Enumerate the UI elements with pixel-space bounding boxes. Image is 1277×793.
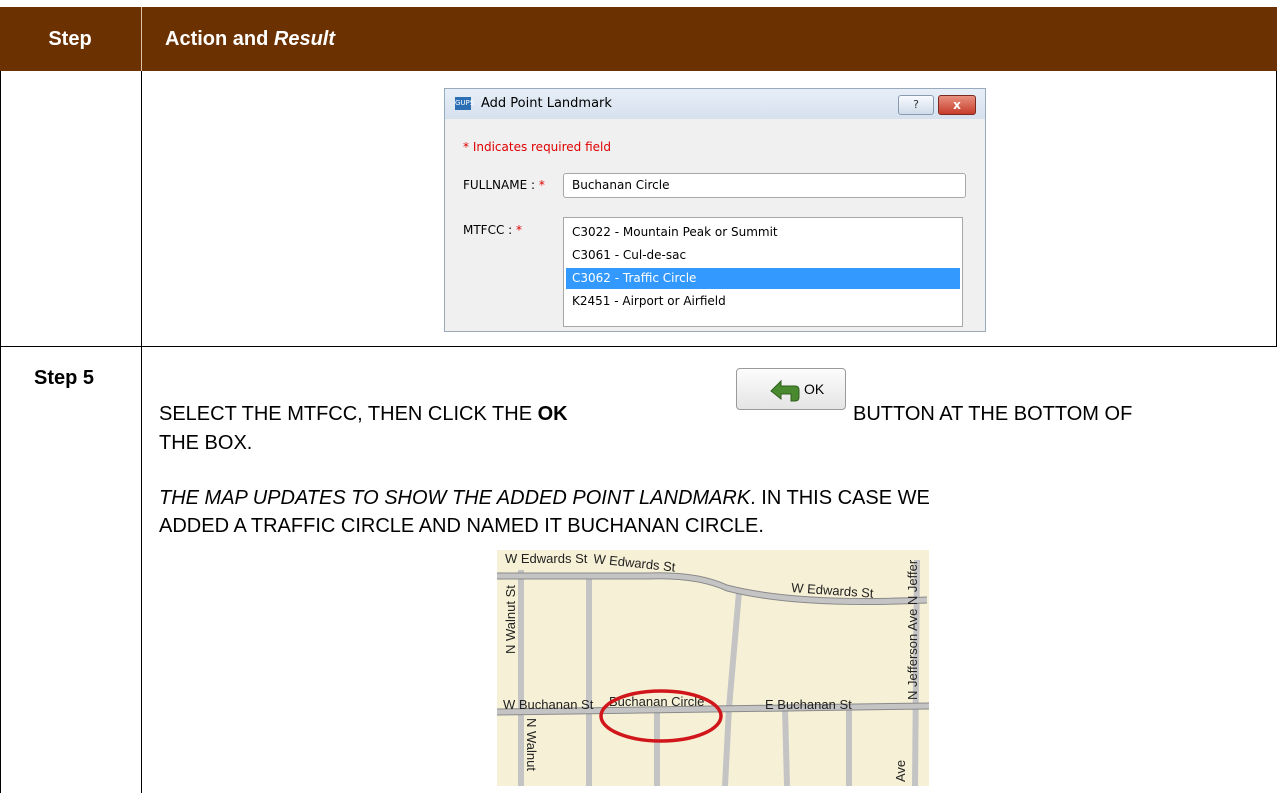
fullname-input[interactable]: Buchanan Circle [563, 173, 966, 198]
label-e-buchanan: E Buchanan St [765, 697, 852, 712]
gups-logo-icon: GUPS [455, 97, 474, 110]
mtfcc-option[interactable]: K2451 - Airport or Airfield [566, 291, 960, 312]
mtfcc-listbox[interactable]: C3022 - Mountain Peak or Summit C3061 - … [563, 217, 963, 327]
road-south-2 [782, 707, 790, 786]
mtfcc-option[interactable]: C3022 - Mountain Peak or Summit [566, 222, 960, 243]
header-result-label: Result [273, 28, 336, 50]
instruction-ok-bold: OK [537, 403, 568, 425]
step5-instruction-line1: SELECT THE MTFCC, THEN CLICK THE OK [159, 400, 568, 428]
table-header: Step Action and Result [0, 7, 1277, 71]
header-action-label: Action and [165, 28, 274, 50]
dialog-title: Add Point Landmark [481, 96, 612, 111]
header-action-result: Action and Result [165, 7, 335, 71]
label-n-jefferson: N Jefferson Ave N Jeffer [905, 559, 920, 700]
label-w-edwards-1: W Edwards St [505, 551, 588, 566]
step5-result-line2: ADDED A TRAFFIC CIRCLE AND NAMED IT BUCH… [159, 515, 764, 537]
table-border-left [0, 71, 1, 793]
fullname-label-text: FULLNAME : [463, 178, 539, 192]
label-w-edwards-2: W Edwards St [593, 551, 677, 575]
mtfcc-option[interactable]: C3061 - Cul-de-sac [566, 245, 960, 266]
result-italic-text: THE MAP UPDATES TO SHOW THE ADDED POINT … [159, 487, 751, 509]
label-n-walnut-1: N Walnut St [503, 585, 518, 654]
table-column-divider [141, 71, 142, 793]
ok-button-label: OK [804, 381, 825, 397]
table-row-divider [0, 346, 1277, 347]
required-star: * [516, 223, 523, 237]
label-n-walnut-2: N Walnut [524, 718, 539, 771]
road-diagonal [722, 591, 742, 786]
ok-button[interactable]: OK [736, 368, 846, 410]
mtfcc-label: MTFCC : * [463, 223, 522, 237]
green-arrow-icon [770, 379, 800, 402]
step5-instruction-line1-suffix: BUTTON AT THE BOTTOM OF [853, 403, 1133, 425]
step-label: Step 5 [34, 367, 95, 389]
map-excerpt: W Edwards St W Edwards St W Edwards St N… [497, 550, 929, 786]
step5-instruction-line2: THE BOX. [159, 432, 253, 454]
label-ave: Ave [893, 760, 908, 782]
instruction-text: SELECT THE MTFCC, THEN CLICK THE [159, 403, 538, 425]
map-graphic: W Edwards St W Edwards St W Edwards St N… [497, 551, 929, 786]
label-w-buchanan: W Buchanan St [503, 697, 594, 712]
required-star: * [538, 178, 545, 192]
dialog-titlebar: GUPS Add Point Landmark ? x [445, 89, 985, 119]
close-button[interactable]: x [938, 95, 976, 115]
help-button[interactable]: ? [898, 95, 934, 115]
header-step: Step [48, 28, 92, 50]
result-text: . IN THIS CASE WE [750, 487, 930, 509]
step5-result-line1: THE MAP UPDATES TO SHOW THE ADDED POINT … [159, 484, 930, 512]
fullname-label: FULLNAME : * [463, 178, 545, 192]
header-divider [141, 7, 142, 71]
required-field-note: * Indicates required field [463, 140, 612, 154]
mtfcc-label-text: MTFCC : [463, 223, 517, 237]
mtfcc-option-selected[interactable]: C3062 - Traffic Circle [566, 268, 960, 289]
add-point-landmark-dialog: GUPS Add Point Landmark ? x * Indicates … [444, 88, 986, 332]
